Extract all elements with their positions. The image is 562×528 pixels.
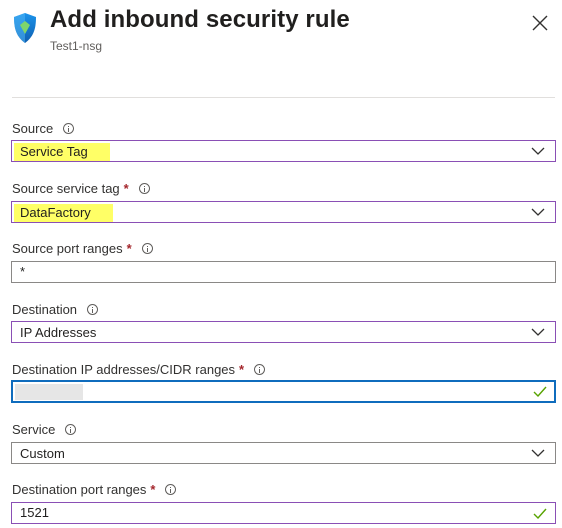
source-value: Service Tag [14, 143, 110, 161]
source-label: Source [12, 120, 75, 136]
chevron-down-icon [531, 328, 545, 336]
required-marker: * [239, 361, 245, 377]
source-service-tag-value: DataFactory [14, 204, 113, 222]
destination-port-ranges-label-text: Destination port ranges [12, 481, 147, 497]
source-port-ranges-input[interactable] [20, 264, 520, 279]
source-service-tag-label-text: Source service tag [12, 180, 120, 196]
source-service-tag-dropdown[interactable]: DataFactory [11, 201, 556, 223]
info-icon[interactable] [254, 363, 266, 375]
chevron-down-icon [531, 208, 545, 216]
source-service-tag-label: Source service tag * [12, 180, 150, 196]
required-marker: * [123, 180, 129, 196]
source-port-ranges-label-text: Source port ranges [12, 240, 123, 256]
destination-ip-input-box[interactable] [11, 380, 556, 403]
source-service-tag-value-wrap: DataFactory [14, 204, 113, 222]
required-marker: * [126, 240, 132, 256]
checkmark-icon [533, 508, 547, 519]
page-subtitle: Test1-nsg [50, 39, 103, 53]
shield-icon [14, 13, 36, 43]
source-port-ranges-input-box[interactable] [11, 261, 556, 283]
service-value: Custom [20, 446, 65, 461]
source-dropdown[interactable]: Service Tag [11, 140, 556, 162]
destination-value: IP Addresses [20, 325, 97, 340]
service-label-text: Service [12, 421, 56, 437]
info-icon[interactable] [87, 303, 99, 315]
destination-ip-input[interactable] [20, 383, 520, 398]
destination-port-ranges-input[interactable] [20, 505, 520, 520]
destination-dropdown[interactable]: IP Addresses [11, 321, 556, 343]
info-icon[interactable] [63, 122, 75, 134]
page-title: Add inbound security rule [50, 6, 350, 33]
header-divider [12, 97, 555, 98]
info-icon[interactable] [141, 242, 153, 254]
chevron-down-icon [531, 449, 545, 457]
info-icon[interactable] [65, 423, 77, 435]
service-dropdown[interactable]: Custom [11, 442, 556, 464]
info-icon[interactable] [165, 483, 177, 495]
destination-port-ranges-label: Destination port ranges * [12, 481, 177, 497]
destination-ip-label-text: Destination IP addresses/CIDR ranges [12, 361, 236, 377]
destination-ip-label: Destination IP addresses/CIDR ranges * [12, 361, 266, 377]
close-icon[interactable] [531, 14, 549, 32]
source-label-text: Source [12, 120, 54, 136]
chevron-down-icon [531, 147, 545, 155]
info-icon[interactable] [138, 182, 150, 194]
destination-port-ranges-input-box[interactable] [11, 502, 556, 524]
destination-label-text: Destination [12, 301, 78, 317]
source-port-ranges-label: Source port ranges * [12, 240, 153, 256]
service-label: Service [12, 421, 77, 437]
destination-label: Destination [12, 301, 99, 317]
blade-header: Add inbound security rule Test1-nsg [12, 6, 557, 56]
required-marker: * [150, 481, 156, 497]
checkmark-icon [533, 386, 547, 397]
source-value-wrap: Service Tag [14, 143, 110, 161]
